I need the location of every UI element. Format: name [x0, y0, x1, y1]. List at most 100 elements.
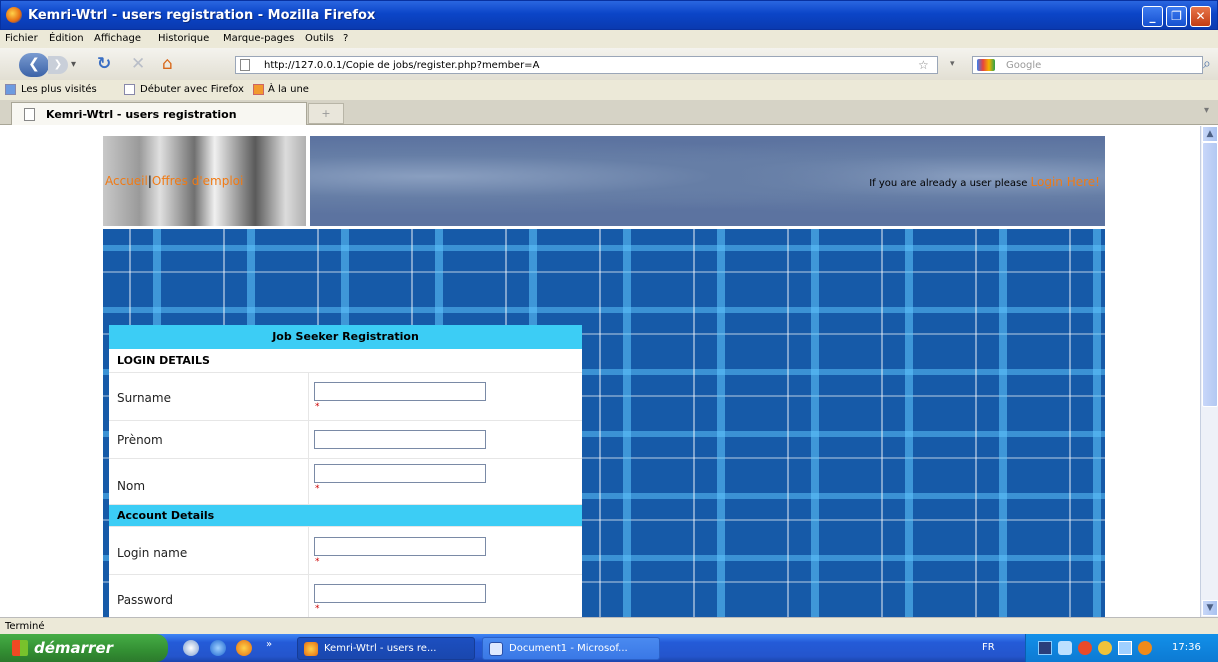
- nom-input[interactable]: [314, 464, 486, 483]
- reload-icon[interactable]: ↻: [97, 54, 111, 74]
- required-mark: *: [315, 402, 320, 412]
- prenom-input[interactable]: [314, 430, 486, 449]
- password-row: Password *: [109, 575, 582, 617]
- taskbar-word-label: Document1 - Microsof...: [509, 643, 628, 654]
- url-bar[interactable]: http://127.0.0.1/Copie de jobs/register.…: [235, 56, 938, 74]
- clock[interactable]: 17:36: [1172, 642, 1201, 653]
- tab-label: Kemri-Wtrl - users registration: [46, 108, 237, 121]
- menu-historique[interactable]: Historique: [158, 33, 209, 44]
- required-mark: *: [315, 604, 320, 614]
- forward-button[interactable]: ❯: [48, 56, 68, 74]
- nom-label: Nom: [117, 479, 146, 493]
- start-button[interactable]: démarrer: [0, 634, 168, 662]
- tab-registration[interactable]: Kemri-Wtrl - users registration: [11, 102, 307, 125]
- restore-button[interactable]: ❐: [1166, 6, 1187, 27]
- windows-flag-icon: [12, 640, 28, 656]
- login-prompt: If you are already a user please Login H…: [869, 175, 1100, 189]
- update-icon[interactable]: [1138, 641, 1152, 655]
- stop-icon[interactable]: ✕: [131, 54, 145, 74]
- internet-explorer-icon[interactable]: [210, 640, 226, 656]
- login-details-heading: LOGIN DETAILS: [109, 349, 582, 373]
- taskbar-firefox-label: Kemri-Wtrl - users re...: [324, 643, 437, 654]
- bookmark-most-visited[interactable]: Les plus visités: [21, 84, 97, 95]
- search-go-icon[interactable]: ⌕: [1203, 56, 1211, 72]
- messenger-icon[interactable]: [1098, 641, 1112, 655]
- tab-bar: Kemri-Wtrl - users registration + ▾: [0, 100, 1218, 125]
- surname-row: Surname *: [109, 373, 582, 421]
- web-content: Accueil|Offres d'emploi If you are alrea…: [0, 126, 1200, 617]
- bookmark-getting-started[interactable]: Débuter avec Firefox: [140, 84, 244, 95]
- surname-label: Surname: [117, 391, 171, 405]
- network-icon[interactable]: [1038, 641, 1052, 655]
- rss-feed-icon: [253, 84, 264, 95]
- status-bar: Terminé: [0, 617, 1218, 634]
- bookmark-latest-headlines[interactable]: À la une: [268, 84, 309, 95]
- nom-row: Nom *: [109, 459, 582, 505]
- window-titlebar: Kemri-Wtrl - users registration - Mozill…: [0, 0, 1218, 30]
- window-title: Kemri-Wtrl - users registration - Mozill…: [28, 8, 376, 23]
- home-icon[interactable]: ⌂: [162, 54, 173, 74]
- header-right-banner: If you are already a user please Login H…: [310, 136, 1105, 226]
- menu-marque-pages[interactable]: Marque-pages: [223, 33, 294, 44]
- menu-affichage[interactable]: Affichage: [94, 33, 141, 44]
- close-button[interactable]: ✕: [1190, 6, 1211, 27]
- word-document-icon: [489, 642, 503, 656]
- security-icon[interactable]: [1078, 641, 1092, 655]
- menu-edition[interactable]: Édition: [49, 33, 84, 44]
- most-visited-icon: [5, 84, 16, 95]
- login-name-input[interactable]: [314, 537, 486, 556]
- password-label: Password: [117, 593, 174, 607]
- cell-divider: [308, 459, 309, 504]
- surname-input[interactable]: [314, 382, 486, 401]
- page-bookmark-icon: [124, 84, 135, 95]
- volume-icon[interactable]: [1118, 641, 1132, 655]
- tray-app-icon[interactable]: [1058, 641, 1072, 655]
- cell-divider: [308, 575, 309, 617]
- nav-home-link[interactable]: Accueil: [105, 174, 148, 188]
- show-desktop-icon[interactable]: [183, 640, 199, 656]
- bookmarks-toolbar: Les plus visités Débuter avec Firefox À …: [0, 80, 1218, 100]
- scroll-up-icon[interactable]: ▲: [1202, 126, 1218, 142]
- google-engine-icon[interactable]: [977, 59, 995, 71]
- new-tab-button[interactable]: +: [308, 103, 344, 124]
- page-icon: [24, 108, 35, 121]
- taskbar-word-button[interactable]: Document1 - Microsof...: [482, 637, 660, 660]
- firefox-logo-icon: [6, 7, 22, 23]
- menu-help[interactable]: ?: [343, 33, 348, 44]
- url-dropdown-icon[interactable]: ▾: [950, 59, 955, 69]
- scroll-thumb[interactable]: [1202, 142, 1218, 407]
- status-text: Terminé: [5, 621, 45, 632]
- firefox-quicklaunch-icon[interactable]: [236, 640, 252, 656]
- cell-divider: [308, 527, 309, 574]
- system-tray: 17:36: [1025, 634, 1218, 662]
- prenom-label: Prènom: [117, 433, 163, 447]
- menu-outils[interactable]: Outils: [305, 33, 334, 44]
- page-icon: [240, 59, 250, 71]
- search-placeholder: Google: [1006, 60, 1042, 71]
- menu-bar: Fichier Édition Affichage Historique Mar…: [0, 30, 1218, 48]
- scroll-down-icon[interactable]: ▼: [1202, 600, 1218, 616]
- search-bar[interactable]: Google: [972, 56, 1203, 74]
- login-link[interactable]: Login Here!: [1031, 175, 1100, 189]
- cell-divider: [308, 373, 309, 420]
- minimize-button[interactable]: _: [1142, 6, 1163, 27]
- quicklaunch-more-icon[interactable]: »: [266, 639, 272, 650]
- start-label: démarrer: [34, 639, 114, 657]
- form-title: Job Seeker Registration: [109, 325, 582, 349]
- taskbar-firefox-button[interactable]: Kemri-Wtrl - users re...: [297, 637, 475, 660]
- site-nav: Accueil|Offres d'emploi: [105, 174, 243, 188]
- required-mark: *: [315, 484, 320, 494]
- nav-jobs-link[interactable]: Offres d'emploi: [152, 174, 243, 188]
- cell-divider: [308, 421, 309, 458]
- vertical-scrollbar[interactable]: ▲ ▼: [1200, 126, 1218, 617]
- login-name-row: Login name *: [109, 527, 582, 575]
- menu-fichier[interactable]: Fichier: [5, 33, 38, 44]
- registration-form: Job Seeker Registration LOGIN DETAILS Su…: [109, 325, 582, 617]
- back-button[interactable]: ❮: [19, 53, 49, 77]
- password-input[interactable]: [314, 584, 486, 603]
- login-prompt-text: If you are already a user please: [869, 178, 1028, 189]
- history-dropdown-icon[interactable]: ▾: [71, 59, 76, 70]
- language-indicator[interactable]: FR: [982, 642, 995, 653]
- star-bookmark-icon[interactable]: ☆: [918, 58, 929, 72]
- tab-list-icon[interactable]: ▾: [1204, 105, 1209, 116]
